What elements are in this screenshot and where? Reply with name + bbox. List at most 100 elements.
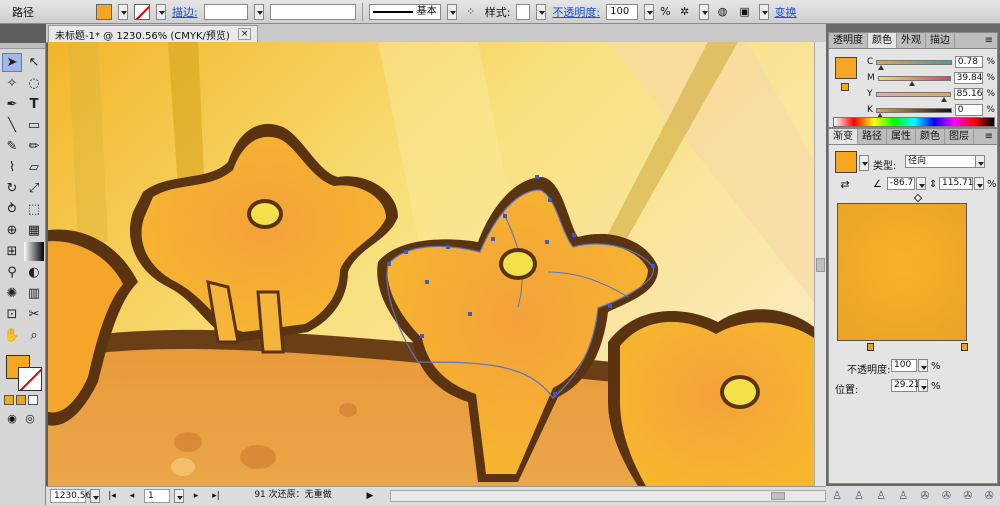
brush-dropdown[interactable] (446, 3, 457, 20)
tab-gradient[interactable]: 渐变 (829, 129, 858, 144)
gradient-stop-start[interactable] (867, 343, 874, 351)
perspective-grid-tool-icon[interactable]: ▦ (24, 221, 44, 240)
stroke-weight-dropdown[interactable] (253, 3, 264, 20)
artboard-canvas[interactable] (48, 42, 814, 486)
zoom-dropdown[interactable] (90, 489, 100, 503)
gradient-midpoint-diamond[interactable] (913, 193, 923, 203)
opacity-dropdown[interactable] (644, 3, 655, 20)
blob-brush-tool-icon[interactable]: ⌇ (2, 158, 22, 177)
recolor-dropdown[interactable] (698, 3, 709, 20)
rotate-tool-icon[interactable]: ↻ (2, 179, 22, 198)
gradient-thumbnail-dropdown[interactable] (859, 155, 869, 171)
opacity-input[interactable]: 100 (606, 3, 639, 20)
stroke-color-swatch[interactable] (841, 83, 849, 91)
stroke-dropdown[interactable] (156, 3, 166, 20)
type-tool-icon[interactable]: T (24, 95, 44, 114)
close-icon[interactable]: × (237, 28, 252, 40)
location-input[interactable]: 29.21 (891, 379, 920, 392)
symbol-icon[interactable]: ♙ (832, 489, 842, 502)
selection-tool-icon[interactable]: ➤ (2, 53, 22, 72)
fill-color-swatch[interactable] (835, 57, 857, 79)
artboard-tool-icon[interactable]: ⊡ (2, 305, 22, 324)
panel-menu-icon[interactable]: ≡ (981, 33, 997, 48)
zoom-tool-icon[interactable]: ⌕ (24, 326, 44, 345)
eyedropper-tool-icon[interactable]: ⚲ (2, 263, 22, 282)
zoom-field[interactable]: 1230.56 (50, 489, 91, 503)
gradient-thumbnail[interactable] (835, 151, 857, 173)
graphic-style-field[interactable] (516, 3, 531, 20)
globe-icon[interactable]: ◍ (715, 4, 731, 20)
slice-tool-icon[interactable]: ✂ (24, 305, 44, 324)
tab-transparency[interactable]: 透明度 (829, 33, 868, 48)
shape-builder-tool-icon[interactable]: ⊕ (2, 221, 22, 240)
location-dropdown[interactable] (918, 379, 928, 392)
symbol-icon[interactable]: ♙ (876, 489, 886, 502)
tab-pathfinder[interactable]: 路径 (858, 129, 887, 144)
angle-dropdown[interactable] (916, 177, 926, 190)
pen-tool-icon[interactable]: ✒ (2, 95, 22, 114)
magic-wand-tool-icon[interactable]: ✧ (2, 74, 22, 93)
color-spectrum[interactable] (833, 117, 995, 127)
blend-tool-icon[interactable]: ◐ (24, 263, 44, 282)
magenta-slider[interactable] (877, 75, 951, 86)
magenta-slider-knob[interactable] (909, 80, 916, 86)
pencil-tool-icon[interactable]: ✏ (24, 137, 44, 156)
status-info[interactable]: 91 次还原：无重做 (228, 489, 358, 503)
wrench-icon[interactable]: ✇ (985, 489, 994, 502)
symbol-sprayer-tool-icon[interactable]: ✺ (2, 284, 22, 303)
symbol-icon[interactable]: ♙ (854, 489, 864, 502)
vertical-scrollbar[interactable] (814, 42, 826, 486)
align-dropdown[interactable] (758, 3, 769, 20)
panel-menu-icon[interactable]: ≡ (981, 129, 997, 144)
stop-opacity-input[interactable]: 100 (891, 359, 917, 372)
line-tool-icon[interactable]: ╲ (2, 116, 22, 135)
cyan-slider-knob[interactable] (877, 64, 884, 70)
column-graph-tool-icon[interactable]: ▥ (24, 284, 44, 303)
reverse-gradient-icon[interactable]: ⇄ (837, 177, 853, 193)
next-artboard-icon[interactable]: ▸ (188, 488, 204, 504)
direct-selection-tool-icon[interactable]: ↖ (24, 53, 44, 72)
none-mode-icon[interactable] (28, 395, 38, 405)
fill-dropdown[interactable] (118, 3, 128, 20)
symbol-icon[interactable]: ♙ (898, 489, 908, 502)
gradient-type-select[interactable]: 径向 (905, 155, 985, 168)
cyan-slider[interactable] (876, 59, 952, 70)
transform-link[interactable]: 变换 (775, 4, 797, 20)
fill-swatch[interactable] (96, 3, 112, 20)
gradient-stop-end[interactable] (961, 343, 968, 351)
cyan-input[interactable]: 0.78 (954, 56, 984, 68)
yellow-slider-knob[interactable] (941, 96, 948, 102)
tab-color[interactable]: 颜色 (868, 33, 897, 48)
draw-normal-icon[interactable]: ◉ (4, 411, 20, 427)
rectangle-tool-icon[interactable]: ▭ (24, 116, 44, 135)
black-slider[interactable] (875, 107, 952, 118)
stroke-weight-field[interactable] (203, 3, 248, 20)
artboard-number-field[interactable]: 1 (144, 489, 170, 503)
gradient-tool-icon[interactable] (24, 242, 44, 261)
paintbrush-tool-icon[interactable]: ✎ (2, 137, 22, 156)
aspect-ratio-input[interactable]: 115.71 (939, 177, 974, 190)
lasso-tool-icon[interactable]: ◌ (24, 74, 44, 93)
stop-opacity-dropdown[interactable] (918, 359, 928, 372)
warp-tool-icon[interactable]: ⥁ (2, 200, 22, 219)
document-tab[interactable]: 未标题-1* @ 1230.56% (CMYK/预览) × (48, 25, 259, 42)
hand-tool-icon[interactable]: ✋ (2, 326, 22, 345)
magenta-input[interactable]: 39.84 (953, 72, 984, 84)
wrench-icon[interactable]: ✇ (963, 489, 972, 502)
stroke-link[interactable]: 描边: (172, 4, 198, 20)
stroke-proxy[interactable] (18, 367, 42, 391)
horizontal-scrollbar[interactable] (390, 490, 826, 502)
wrench-icon[interactable]: ✇ (942, 489, 951, 502)
color-mode-icon[interactable] (4, 395, 14, 405)
artboard-dropdown[interactable] (174, 489, 184, 503)
eraser-tool-icon[interactable]: ▱ (24, 158, 44, 177)
first-artboard-icon[interactable]: |◂ (104, 488, 120, 504)
tab-color-guide[interactable]: 颜色 (916, 129, 945, 144)
black-input[interactable]: 0 (954, 104, 984, 116)
brush-definition[interactable]: 基本 (368, 3, 441, 20)
mesh-tool-icon[interactable]: ⊞ (2, 242, 22, 261)
align-stroke-icon[interactable]: ⁘ (463, 4, 479, 20)
wrench-icon[interactable]: ✇ (920, 489, 929, 502)
opacity-link[interactable]: 不透明度: (552, 4, 600, 20)
aspect-ratio-dropdown[interactable] (974, 177, 984, 190)
